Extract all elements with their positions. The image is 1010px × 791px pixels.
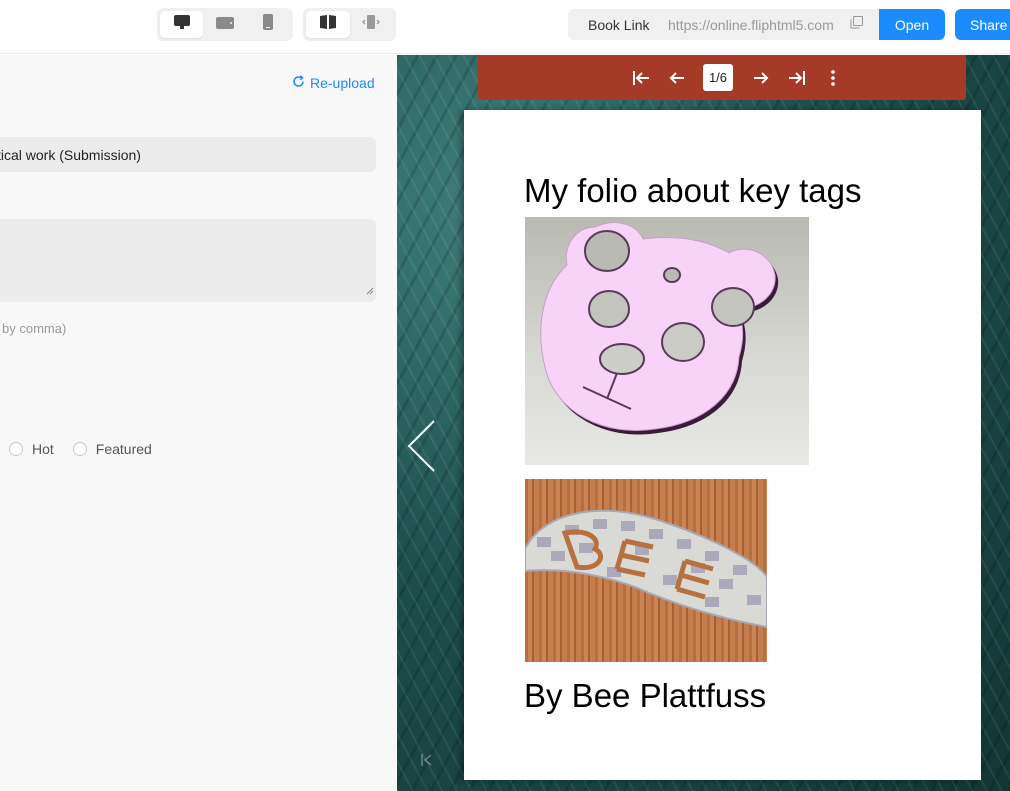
resize-handle-icon[interactable] [366,282,374,300]
single-page-button[interactable] [350,11,394,38]
device-view-switcher [157,8,293,41]
book-link-url[interactable]: https://online.fliphtml5.com [668,17,846,33]
book-link-box: Book Link https://online.fliphtml5.com [568,9,879,40]
settings-panel: Re-upload ctical work (Submission) by co… [0,55,397,791]
flipbook-viewer: 1/6 My folio about key tags By Bee Platt… [397,55,1010,791]
book-link-label: Book Link [588,16,650,33]
app-root: Book Link https://online.fliphtml5.com O… [0,0,1010,791]
hot-radio[interactable] [9,442,23,456]
page-author: By Bee Plattfuss [524,677,767,714]
reupload-button[interactable]: Re-upload [292,75,375,91]
description-field[interactable] [0,219,376,302]
category-radio-group: Hot Featured [9,441,152,457]
book-title-value: ctical work (Submission) [0,146,141,163]
book-page[interactable]: My folio about key tags By Bee Plattfuss [464,110,981,780]
desktop-icon [173,15,190,34]
single-page-icon [362,15,381,34]
tags-hint: by comma) [2,321,67,336]
open-button[interactable]: Open [879,9,945,40]
featured-radio[interactable] [72,442,87,456]
mobile-view-button[interactable] [247,11,290,38]
double-page-button[interactable] [306,11,350,38]
top-bar: Book Link https://online.fliphtml5.com O… [0,0,1010,54]
pink-bear-key-tag-image [525,217,809,465]
tablet-view-button[interactable] [203,11,246,38]
first-page-faint-icon[interactable] [420,753,434,772]
last-page-icon[interactable] [786,67,808,89]
featured-radio-label[interactable]: Featured [96,441,152,457]
next-page-icon[interactable] [750,67,772,89]
tablet-icon [215,16,234,34]
desktop-view-button[interactable] [160,11,204,38]
share-button[interactable]: Share [955,9,1010,40]
hot-radio-label[interactable]: Hot [32,441,54,457]
first-page-icon[interactable] [630,67,652,89]
page-title: My folio about key tags [524,172,862,209]
copy-icon[interactable] [850,15,863,34]
reupload-label: Re-upload [310,75,375,91]
previous-page-arrow-icon[interactable] [406,419,436,478]
previous-page-icon[interactable] [666,67,688,89]
double-page-icon [319,14,337,35]
mobile-icon [263,14,274,35]
book-title-field[interactable]: ctical work (Submission) [0,137,376,172]
page-indicator[interactable]: 1/6 [703,64,733,91]
bee-key-tag-image [525,479,767,662]
more-icon[interactable] [822,67,844,89]
page-layout-switcher [303,8,396,41]
refresh-icon [292,75,305,91]
viewer-toolbar: 1/6 [478,55,966,100]
